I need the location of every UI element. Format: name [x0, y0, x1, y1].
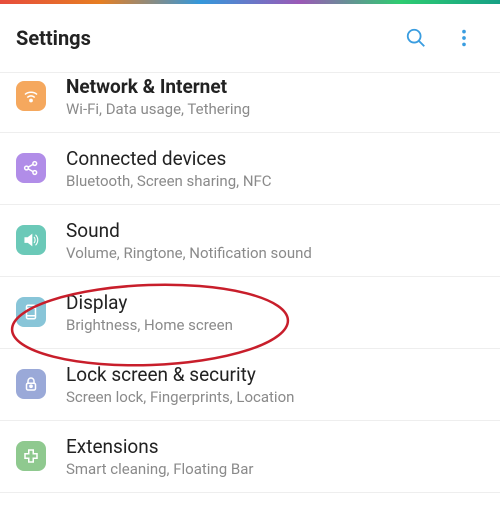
extension-icon	[16, 441, 46, 471]
search-button[interactable]	[396, 18, 436, 58]
row-text: Network & Internet Wi-Fi, Data usage, Te…	[66, 75, 484, 118]
row-subtitle: Bluetooth, Screen sharing, NFC	[66, 172, 484, 190]
sound-icon	[16, 225, 46, 255]
settings-row-sound[interactable]: Sound Volume, Ringtone, Notification sou…	[0, 205, 500, 277]
row-title: Lock screen & security	[66, 363, 484, 386]
settings-row-lock-security[interactable]: Lock screen & security Screen lock, Fing…	[0, 349, 500, 421]
row-subtitle: Volume, Ringtone, Notification sound	[66, 244, 484, 262]
settings-row-network[interactable]: Network & Internet Wi-Fi, Data usage, Te…	[0, 73, 500, 133]
row-text: Extensions Smart cleaning, Floating Bar	[66, 435, 484, 478]
more-menu-button[interactable]	[444, 18, 484, 58]
row-title: Connected devices	[66, 147, 484, 170]
row-title: Sound	[66, 219, 484, 242]
row-title: Display	[66, 291, 484, 314]
more-vertical-icon	[453, 27, 475, 49]
settings-row-connected-devices[interactable]: Connected devices Bluetooth, Screen shar…	[0, 133, 500, 205]
row-title: Extensions	[66, 435, 484, 458]
settings-row-extensions[interactable]: Extensions Smart cleaning, Floating Bar	[0, 421, 500, 493]
search-icon	[405, 27, 427, 49]
row-subtitle: Screen lock, Fingerprints, Location	[66, 388, 484, 406]
row-title: Network & Internet	[66, 75, 484, 98]
share-icon	[16, 153, 46, 183]
row-text: Sound Volume, Ringtone, Notification sou…	[66, 219, 484, 262]
row-subtitle: Brightness, Home screen	[66, 316, 484, 334]
row-subtitle: Smart cleaning, Floating Bar	[66, 460, 484, 478]
row-text: Connected devices Bluetooth, Screen shar…	[66, 147, 484, 190]
page-title: Settings	[16, 26, 396, 50]
row-text: Lock screen & security Screen lock, Fing…	[66, 363, 484, 406]
header-bar: Settings	[0, 4, 500, 73]
row-subtitle: Wi-Fi, Data usage, Tethering	[66, 100, 484, 118]
display-icon	[16, 297, 46, 327]
lock-icon	[16, 369, 46, 399]
settings-list: Network & Internet Wi-Fi, Data usage, Te…	[0, 73, 500, 493]
wifi-icon	[16, 81, 46, 111]
row-text: Display Brightness, Home screen	[66, 291, 484, 334]
settings-row-display[interactable]: Display Brightness, Home screen	[0, 277, 500, 349]
